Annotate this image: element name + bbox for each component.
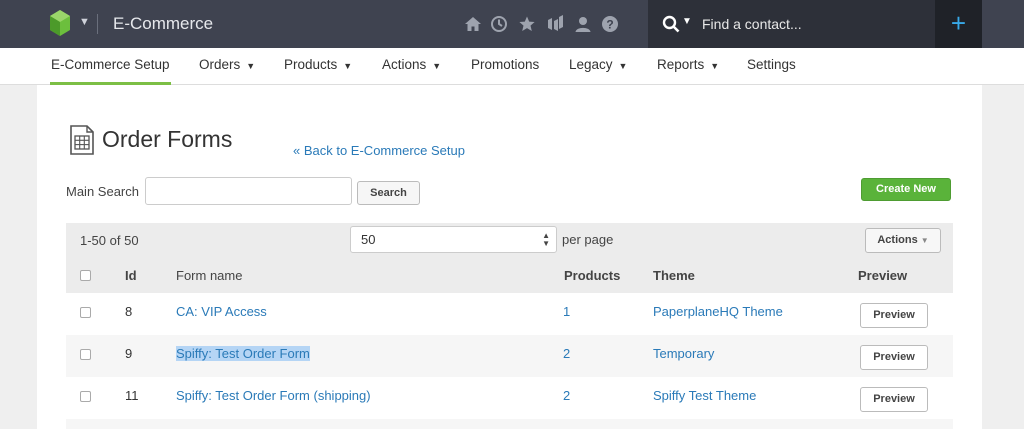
nav-label: Products xyxy=(284,57,338,72)
nav-promotions[interactable]: Promotions xyxy=(471,48,539,85)
main-nav: E-Commerce Setup Orders ▼ Products ▼ Actio… xyxy=(0,48,1024,85)
app-title: E-Commerce xyxy=(113,14,214,33)
spreadsheet-icon xyxy=(69,125,95,155)
row-checkbox[interactable] xyxy=(80,349,91,360)
column-header-products[interactable]: Products xyxy=(564,268,620,283)
column-header-id[interactable]: Id xyxy=(125,268,137,283)
nav-reports[interactable]: Reports ▼ xyxy=(657,48,719,85)
form-name-link[interactable]: Spiffy: Test Order Form (shipping) xyxy=(176,388,371,403)
chevron-down-icon: ▼ xyxy=(710,61,720,71)
actions-label: Actions xyxy=(877,234,918,246)
row-id: 9 xyxy=(125,346,133,361)
preview-button[interactable]: Preview xyxy=(860,345,928,370)
top-bar: ▼ E-Commerce ? ▼ + xyxy=(0,0,1024,48)
nav-label: Legacy xyxy=(569,57,613,72)
products-link[interactable]: 2 xyxy=(563,388,570,403)
nav-settings[interactable]: Settings xyxy=(747,48,796,85)
table-row: 8 CA: VIP Access 1 PaperplaneHQ Theme Pr… xyxy=(66,293,953,335)
nav-label: Promotions xyxy=(471,57,540,72)
chevron-down-icon[interactable]: ▼ xyxy=(682,16,692,27)
search-button[interactable]: Search xyxy=(357,181,420,205)
nav-ecommerce-setup[interactable]: E-Commerce Setup xyxy=(50,48,171,85)
chevron-down-icon: ▼ xyxy=(343,61,353,71)
nav-label: Orders xyxy=(199,57,241,72)
help-icon[interactable]: ? xyxy=(601,15,619,33)
row-checkbox[interactable] xyxy=(80,307,91,318)
chevron-down-icon: ▼ xyxy=(618,61,628,71)
preview-button[interactable]: Preview xyxy=(860,303,928,328)
contact-icon[interactable] xyxy=(574,15,592,33)
app-logo-icon[interactable] xyxy=(50,10,70,36)
form-name-link[interactable]: CA: VIP Access xyxy=(176,304,267,319)
column-header-theme[interactable]: Theme xyxy=(653,268,695,283)
table-row xyxy=(66,419,953,429)
row-id: 8 xyxy=(125,304,133,319)
column-header-preview: Preview xyxy=(858,268,908,283)
nav-legacy[interactable]: Legacy ▼ xyxy=(569,48,627,85)
select-all-checkbox[interactable] xyxy=(80,270,91,281)
theme-link[interactable]: PaperplaneHQ Theme xyxy=(653,304,783,319)
nav-label: Settings xyxy=(747,57,796,72)
nav-orders[interactable]: Orders ▼ xyxy=(199,48,255,85)
main-search-input[interactable] xyxy=(145,177,352,205)
row-checkbox[interactable] xyxy=(80,391,91,402)
star-icon[interactable] xyxy=(518,15,536,33)
result-count: 1-50 of 50 xyxy=(80,233,139,248)
create-new-button[interactable]: Create New xyxy=(861,178,951,201)
divider xyxy=(97,14,98,34)
nav-products[interactable]: Products ▼ xyxy=(284,48,352,85)
nav-label: E-Commerce Setup xyxy=(51,57,170,72)
theme-link[interactable]: Temporary xyxy=(653,346,714,361)
per-page-value: 50 xyxy=(361,232,376,247)
chevron-down-icon: ▼ xyxy=(432,61,442,71)
preview-button[interactable]: Preview xyxy=(860,387,928,412)
clock-icon[interactable] xyxy=(490,15,508,33)
page-title: Order Forms xyxy=(102,126,233,152)
search-label: Main Search xyxy=(66,184,139,199)
home-icon[interactable] xyxy=(464,15,482,33)
column-header-form-name[interactable]: Form name xyxy=(176,268,242,283)
products-link[interactable]: 2 xyxy=(563,346,570,361)
chevron-down-icon: ▼ xyxy=(246,61,256,71)
select-arrows-icon: ▲ ▼ xyxy=(542,231,550,248)
contact-search-input[interactable] xyxy=(702,12,922,36)
svg-text:?: ? xyxy=(606,18,613,32)
row-id: 11 xyxy=(125,388,139,403)
form-name-link[interactable]: Spiffy: Test Order Form xyxy=(176,346,310,361)
actions-dropdown-button[interactable]: Actions ▼ xyxy=(865,228,941,253)
theme-link[interactable]: Spiffy Test Theme xyxy=(653,388,756,403)
nav-label: Actions xyxy=(382,57,427,72)
campaign-icon[interactable] xyxy=(546,15,564,33)
products-link[interactable]: 1 xyxy=(563,304,570,319)
per-page-label: per page xyxy=(562,232,614,247)
add-button[interactable]: + xyxy=(935,0,982,48)
search-icon[interactable] xyxy=(662,15,680,33)
chevron-down-icon[interactable]: ▼ xyxy=(79,16,90,28)
contact-search: ▼ xyxy=(648,0,935,48)
chevron-down-icon: ▼ xyxy=(920,236,929,245)
nav-label: Reports xyxy=(657,57,705,72)
per-page-select[interactable]: 50 ▲ ▼ xyxy=(350,226,557,253)
table-row: 9 Spiffy: Test Order Form 2 Temporary Pr… xyxy=(66,335,953,377)
table-row: 11 Spiffy: Test Order Form (shipping) 2 … xyxy=(66,377,953,419)
back-link[interactable]: « Back to E-Commerce Setup xyxy=(293,143,465,158)
nav-actions[interactable]: Actions ▼ xyxy=(382,48,441,85)
